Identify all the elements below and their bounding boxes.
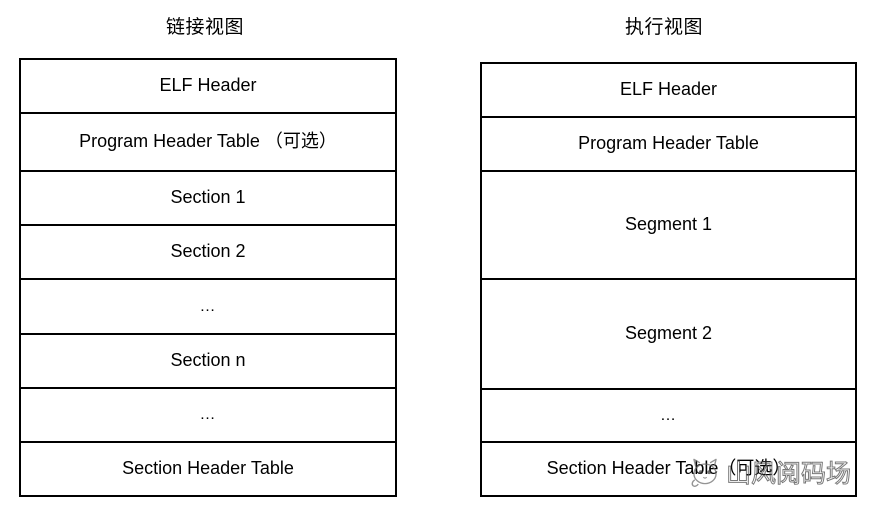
row-label: ELF Header — [159, 75, 257, 96]
row-label: Section n — [170, 350, 246, 371]
linking-row-elf-header: ELF Header — [21, 60, 395, 114]
linking-row-section-header-table: Section Header Table — [21, 443, 395, 495]
row-label: Program Header Table — [578, 133, 759, 154]
row-label: Section Header Table — [122, 458, 294, 479]
execution-row-section-header-table: Section Header Table（可选） — [482, 443, 855, 495]
execution-row-segment-1: Segment 1 — [482, 172, 855, 280]
elf-layout-diagram: 链接视图 ELF Header Program Header Table （可选… — [0, 0, 877, 515]
row-label: Program Header Table （可选） — [79, 131, 337, 152]
execution-row-program-header-table: Program Header Table — [482, 118, 855, 172]
linking-row-section-2: Section 2 — [21, 226, 395, 280]
execution-view-table: ELF Header Program Header Table Segment … — [480, 62, 857, 497]
row-label: … — [199, 406, 217, 424]
row-label: Section 1 — [170, 187, 246, 208]
linking-row-section-1: Section 1 — [21, 172, 395, 226]
row-label: … — [660, 406, 677, 424]
linking-row-ellipsis-lower: … — [21, 389, 395, 443]
row-label: … — [199, 297, 217, 315]
row-label: Section Header Table（可选） — [546, 458, 791, 479]
execution-view-title: 执行视图 — [625, 16, 704, 38]
row-label: ELF Header — [619, 79, 718, 100]
execution-row-segment-2: Segment 2 — [482, 280, 855, 390]
row-label: Segment 2 — [624, 323, 713, 344]
linking-row-program-header-table: Program Header Table （可选） — [21, 114, 395, 172]
linking-view-title: 链接视图 — [166, 16, 245, 38]
linking-view-table: ELF Header Program Header Table （可选） Sec… — [19, 58, 397, 497]
linking-row-ellipsis-upper: … — [21, 280, 395, 335]
row-label: Section 2 — [170, 241, 246, 262]
execution-row-elf-header: ELF Header — [482, 64, 855, 118]
linking-row-section-n: Section n — [21, 335, 395, 389]
row-label: Segment 1 — [624, 214, 713, 235]
execution-row-ellipsis: … — [482, 390, 855, 443]
